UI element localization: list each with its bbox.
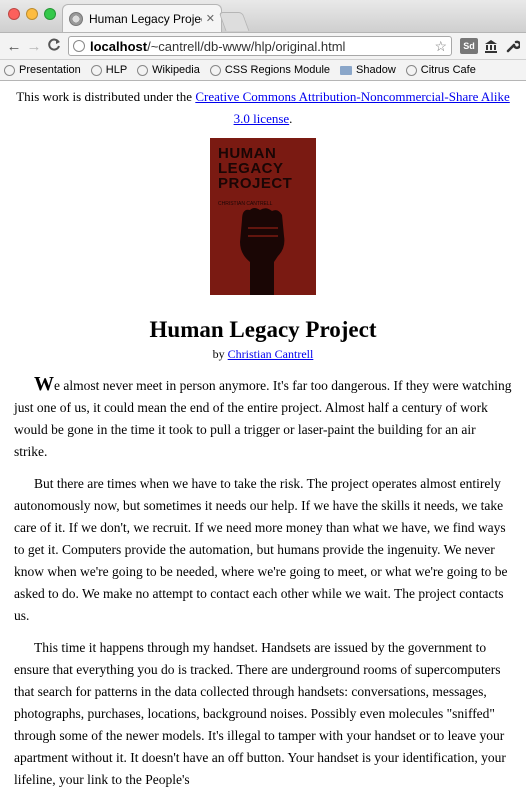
globe-icon — [137, 64, 149, 76]
globe-icon — [69, 11, 83, 26]
bookmark-item[interactable]: HLP — [90, 64, 127, 76]
window-controls — [8, 8, 56, 20]
byline: by Christian Cantrell — [212, 347, 314, 361]
paragraph: But there are times when we have to take… — [14, 476, 508, 623]
bookmark-item[interactable]: Presentation — [4, 64, 81, 76]
bookmark-item[interactable]: Wikipedia — [137, 64, 200, 76]
browser-tab[interactable]: Human Legacy Project ✕ — [62, 4, 222, 32]
paragraph: This time it happens through my handset.… — [14, 640, 506, 787]
forward-arrow-icon[interactable]: → — [24, 38, 44, 55]
drop-cap: W — [34, 373, 54, 395]
license-link[interactable]: Creative Commons Attribution-Noncommerci… — [195, 89, 509, 126]
raised-fist-icon — [240, 208, 285, 295]
url-path: /~cantrell/db-www/hlp/original.html — [147, 38, 346, 54]
close-tab-icon[interactable]: ✕ — [206, 12, 215, 25]
bookmark-star-icon[interactable]: ☆ — [434, 38, 447, 55]
bookmark-item[interactable]: Citrus Cafe — [405, 64, 476, 76]
sd-extension-icon[interactable]: Sd — [460, 38, 478, 54]
bookmarks-bar: Presentation HLP Wikipedia CSS Regions M… — [0, 60, 526, 81]
close-window-button[interactable] — [8, 8, 20, 20]
tab-title: Human Legacy Project — [89, 11, 202, 26]
minimize-window-button[interactable] — [26, 8, 38, 20]
reload-icon[interactable] — [44, 38, 64, 55]
museum-extension-icon[interactable] — [482, 38, 500, 54]
zoom-window-button[interactable] — [44, 8, 56, 20]
page-title: Human Legacy Project — [149, 317, 377, 342]
bookmark-item[interactable]: CSS Regions Module — [209, 64, 330, 76]
license-notice: This work is distributed under the Creat… — [16, 89, 510, 126]
paragraph: We almost never meet in person anymore. … — [14, 373, 512, 459]
globe-icon — [4, 64, 15, 76]
folder-icon — [340, 65, 353, 75]
url-host: localhost — [90, 38, 148, 54]
bookmark-folder[interactable]: Shadow — [340, 64, 396, 76]
globe-icon — [405, 64, 417, 76]
wrench-icon[interactable] — [504, 38, 522, 54]
book-cover-image: HUMAN LEGACY PROJECT CHRISTIAN CANTRELL — [210, 138, 316, 295]
browser-titlebar: Human Legacy Project ✕ — [0, 0, 526, 33]
new-tab-button[interactable] — [218, 12, 250, 31]
author-link[interactable]: Christian Cantrell — [228, 347, 314, 361]
globe-icon — [90, 64, 102, 76]
address-bar[interactable]: localhost /~cantrell/db-www/hlp/original… — [68, 36, 452, 56]
globe-icon — [209, 64, 221, 76]
page-content: This work is distributed under the Creat… — [0, 86, 526, 791]
cover-title: HUMAN LEGACY PROJECT — [218, 145, 293, 192]
browser-toolbar: ← → localhost /~cantrell/db-www/hlp/orig… — [0, 33, 526, 60]
globe-icon — [73, 40, 85, 52]
back-arrow-icon[interactable]: ← — [4, 38, 24, 55]
